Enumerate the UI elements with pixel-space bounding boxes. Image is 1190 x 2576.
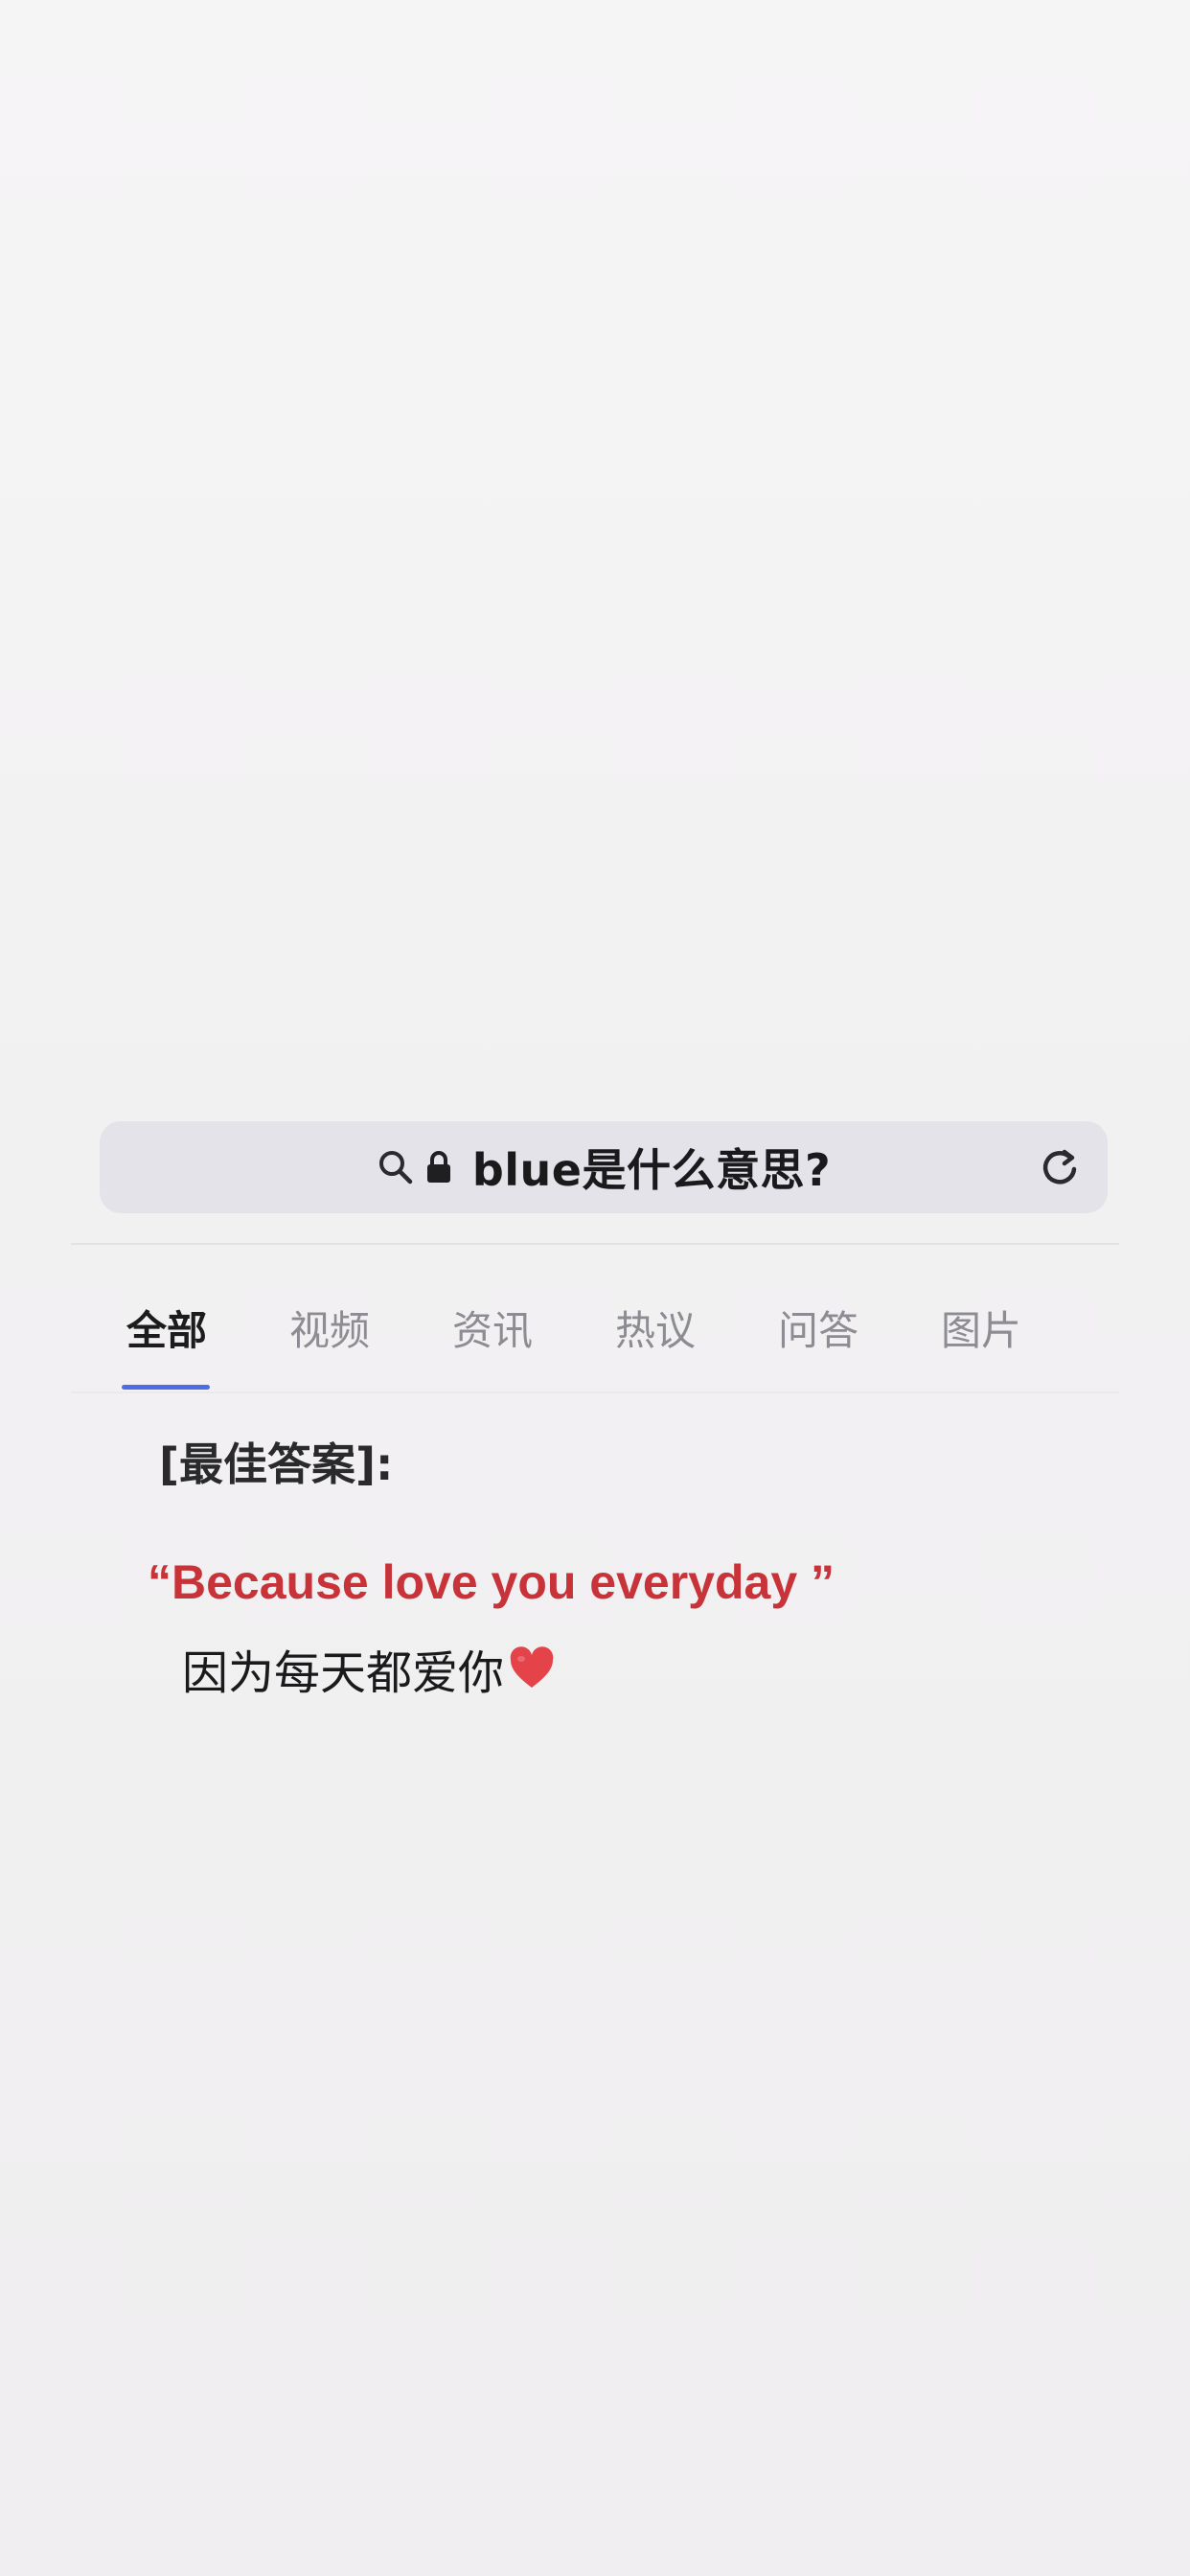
best-answer-label: [最佳答案]: <box>159 1438 394 1490</box>
divider <box>71 1392 1119 1393</box>
answer-chinese-line: 因为每天都爱你 <box>182 1635 556 1702</box>
reload-icon[interactable] <box>1035 1142 1085 1192</box>
tab-all[interactable]: 全部 <box>109 1299 224 1357</box>
tab-discussion[interactable]: 热议 <box>598 1299 713 1357</box>
tab-images[interactable]: 图片 <box>924 1299 1039 1357</box>
answer-chinese-text: 因为每天都爱你 <box>182 1646 505 1700</box>
answer-english-text: “Because love you everyday ” <box>148 1555 835 1609</box>
heart-icon <box>508 1646 556 1690</box>
divider <box>71 1243 1119 1245</box>
tab-news[interactable]: 资讯 <box>435 1299 550 1357</box>
tab-qa[interactable]: 问答 <box>761 1299 876 1357</box>
address-text: blue是什么意思? <box>471 1144 832 1196</box>
active-tab-indicator <box>122 1385 210 1390</box>
address-bar-content: blue是什么意思? <box>100 1121 1108 1213</box>
search-icon <box>377 1148 415 1186</box>
tab-video[interactable]: 视频 <box>272 1299 387 1357</box>
search-result-page: blue是什么意思? 全部 视频 资讯 热议 问答 图片 [最佳答案]: “Be… <box>0 0 1190 2576</box>
lock-icon <box>424 1149 453 1185</box>
address-bar[interactable]: blue是什么意思? <box>100 1121 1108 1213</box>
result-tabs: 全部 视频 资讯 热议 问答 图片 <box>80 1299 1096 1366</box>
